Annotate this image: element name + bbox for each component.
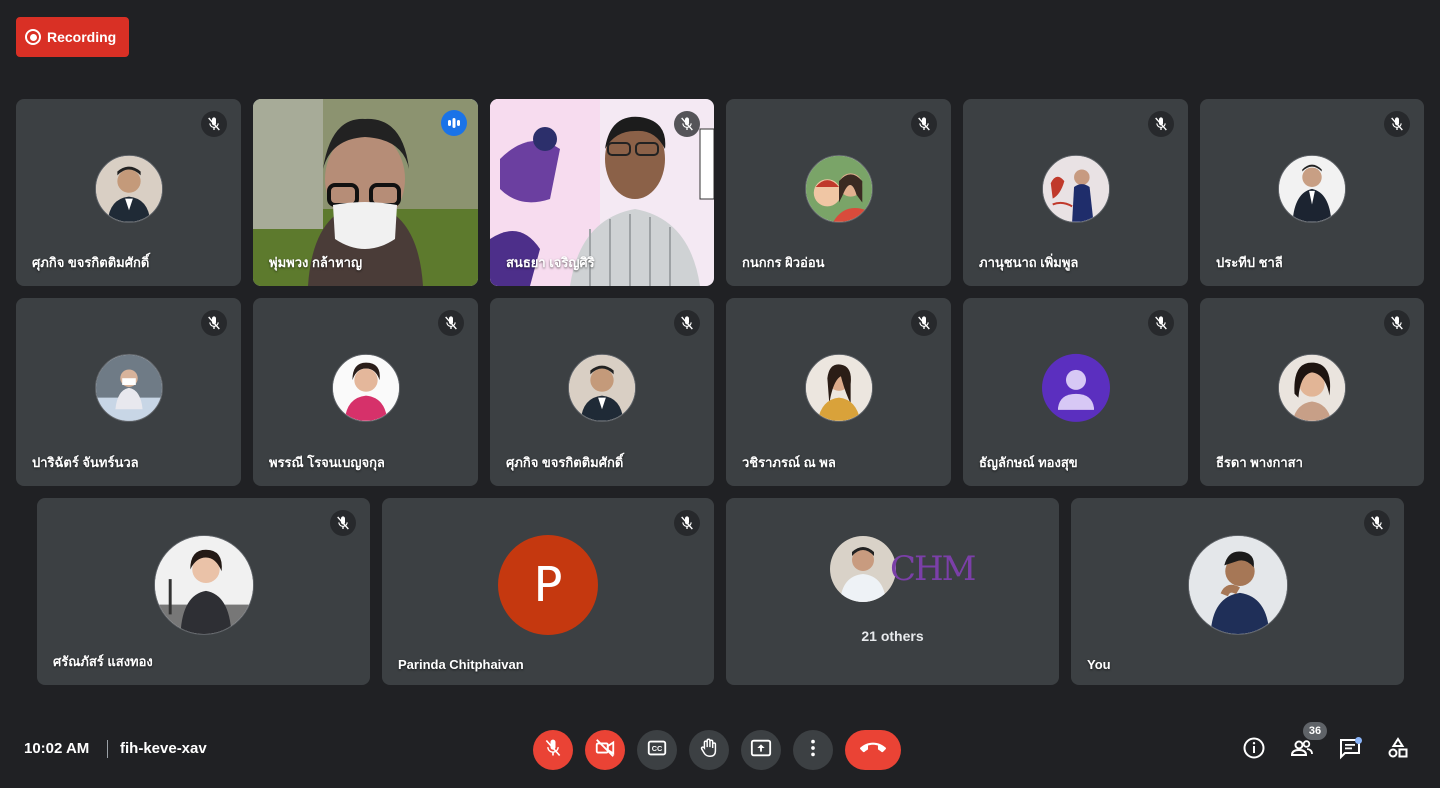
participant-avatar [153, 534, 254, 635]
captions-button[interactable]: CC [637, 730, 677, 770]
mic-off-icon [674, 310, 700, 336]
participant-name: ศุภกิจ ขจรกิตติมศักดิ์ [32, 255, 150, 270]
chat-notification-dot [1355, 737, 1362, 744]
participant-tile[interactable]: กนกกร ผิวอ่อน [726, 99, 951, 286]
participant-tile[interactable]: ปาริฉัตร์ จันทร์นวล [16, 298, 241, 486]
recording-label: Recording [47, 29, 117, 45]
participant-avatar [94, 353, 163, 422]
speaking-indicator-icon [441, 110, 467, 136]
call-end-icon [860, 735, 886, 766]
participant-name: วชิราภรณ์ ณ พล [742, 455, 836, 470]
self-tile[interactable]: You [1071, 498, 1404, 685]
more-vert-icon [802, 737, 824, 764]
participant-tile[interactable]: วชิราภรณ์ ณ พล [726, 298, 951, 486]
participant-tile[interactable]: P Parinda Chitphaivan [382, 498, 714, 685]
mic-off-icon [201, 310, 227, 336]
participant-name: ศรัณภัสร์ แสงทอง [53, 654, 153, 669]
participant-tile[interactable]: ประทีป ชาลี [1200, 99, 1424, 286]
mic-off-icon [911, 310, 937, 336]
participants-button[interactable] [1289, 737, 1315, 763]
svg-text:CC: CC [652, 744, 663, 753]
participant-avatar [1278, 353, 1346, 422]
participant-tile[interactable]: ภานุชนาถ เพิ่มพูล [963, 99, 1188, 286]
participant-name: Parinda Chitphaivan [398, 657, 524, 672]
hand-icon [698, 737, 720, 764]
participant-name: พรรณี โรจนเบญจกุล [269, 455, 385, 470]
default-avatar-icon [1041, 353, 1110, 422]
participant-avatar [804, 353, 873, 422]
participant-name: สนธยา เจริญศิริ [506, 255, 595, 270]
participant-name: พุ่มพวง กล้าหาญ [269, 255, 363, 270]
participant-avatar [331, 353, 400, 422]
mic-off-icon [674, 111, 700, 137]
participants-count-badge: 36 [1303, 722, 1327, 740]
participant-tile[interactable]: ศรัณภัสร์ แสงทอง [37, 498, 370, 685]
leave-call-button[interactable] [845, 730, 901, 770]
participant-name: ศุภกิจ ขจรกิตติมศักดิ์ [506, 455, 624, 470]
participant-avatar [804, 154, 873, 223]
recording-badge[interactable]: Recording [16, 17, 129, 57]
present-icon [750, 737, 772, 764]
participant-tile[interactable]: พรรณี โรจนเบญจกุล [253, 298, 478, 486]
mic-off-icon [674, 510, 700, 536]
chm-logo: CHM [890, 549, 976, 589]
mic-off-icon [1148, 111, 1174, 137]
participant-name: ธัญลักษณ์ ทองสุข [979, 455, 1078, 470]
meeting-code[interactable]: fih-keve-xav [120, 740, 207, 757]
mic-off-icon [543, 738, 563, 763]
meeting-details-button[interactable] [1241, 737, 1267, 763]
mic-off-icon [438, 310, 464, 336]
raise-hand-button[interactable] [689, 730, 729, 770]
more-options-button[interactable] [793, 730, 833, 770]
cc-icon: CC [646, 737, 668, 764]
mic-off-icon [330, 510, 356, 536]
participant-avatar [1278, 154, 1346, 223]
others-count-label: 21 others [861, 628, 924, 644]
mic-off-icon [911, 111, 937, 137]
mic-off-icon [1384, 111, 1410, 137]
participant-name: You [1087, 657, 1111, 672]
camera-toggle-button[interactable] [585, 730, 625, 770]
mic-off-icon [201, 111, 227, 137]
mic-off-icon [1364, 510, 1390, 536]
participant-tile[interactable]: พุ่มพวง กล้าหาญ [253, 99, 478, 286]
videocam-off-icon [594, 737, 616, 764]
participant-tile[interactable]: ศุภกิจ ขจรกิตติมศักดิ์ [490, 298, 714, 486]
microphone-toggle-button[interactable] [533, 730, 573, 770]
others-avatars: CHM [830, 536, 976, 602]
participant-avatar [1041, 154, 1110, 223]
participant-avatar [568, 353, 636, 422]
participant-tile[interactable]: ธัญลักษณ์ ทองสุข [963, 298, 1188, 486]
shapes-icon [1386, 736, 1410, 765]
participant-name: ประทีป ชาลี [1216, 255, 1283, 270]
participant-avatar [94, 154, 163, 223]
info-icon [1242, 736, 1266, 765]
others-tile[interactable]: CHM 21 others [726, 498, 1059, 685]
participant-name: ภานุชนาถ เพิ่มพูล [979, 255, 1079, 270]
participant-name: ปาริฉัตร์ จันทร์นวล [32, 455, 139, 470]
mic-off-icon [1384, 310, 1410, 336]
participant-avatar: P [498, 534, 598, 635]
activities-button[interactable] [1385, 736, 1411, 765]
record-icon [25, 29, 41, 45]
participant-tile[interactable]: ธีรดา พางกาสา [1200, 298, 1424, 486]
participant-tile[interactable]: ศุภกิจ ขจรกิตติมศักดิ์ [16, 99, 241, 286]
divider [107, 740, 108, 758]
participant-avatar [1187, 534, 1288, 635]
present-screen-button[interactable] [741, 730, 781, 770]
participant-name: กนกกร ผิวอ่อน [742, 255, 825, 270]
participant-name: ธีรดา พางกาสา [1216, 455, 1303, 470]
meeting-time: 10:02 AM [24, 740, 90, 757]
participant-tile[interactable]: สนธยา เจริญศิริ [490, 99, 714, 286]
mic-off-icon [1148, 310, 1174, 336]
